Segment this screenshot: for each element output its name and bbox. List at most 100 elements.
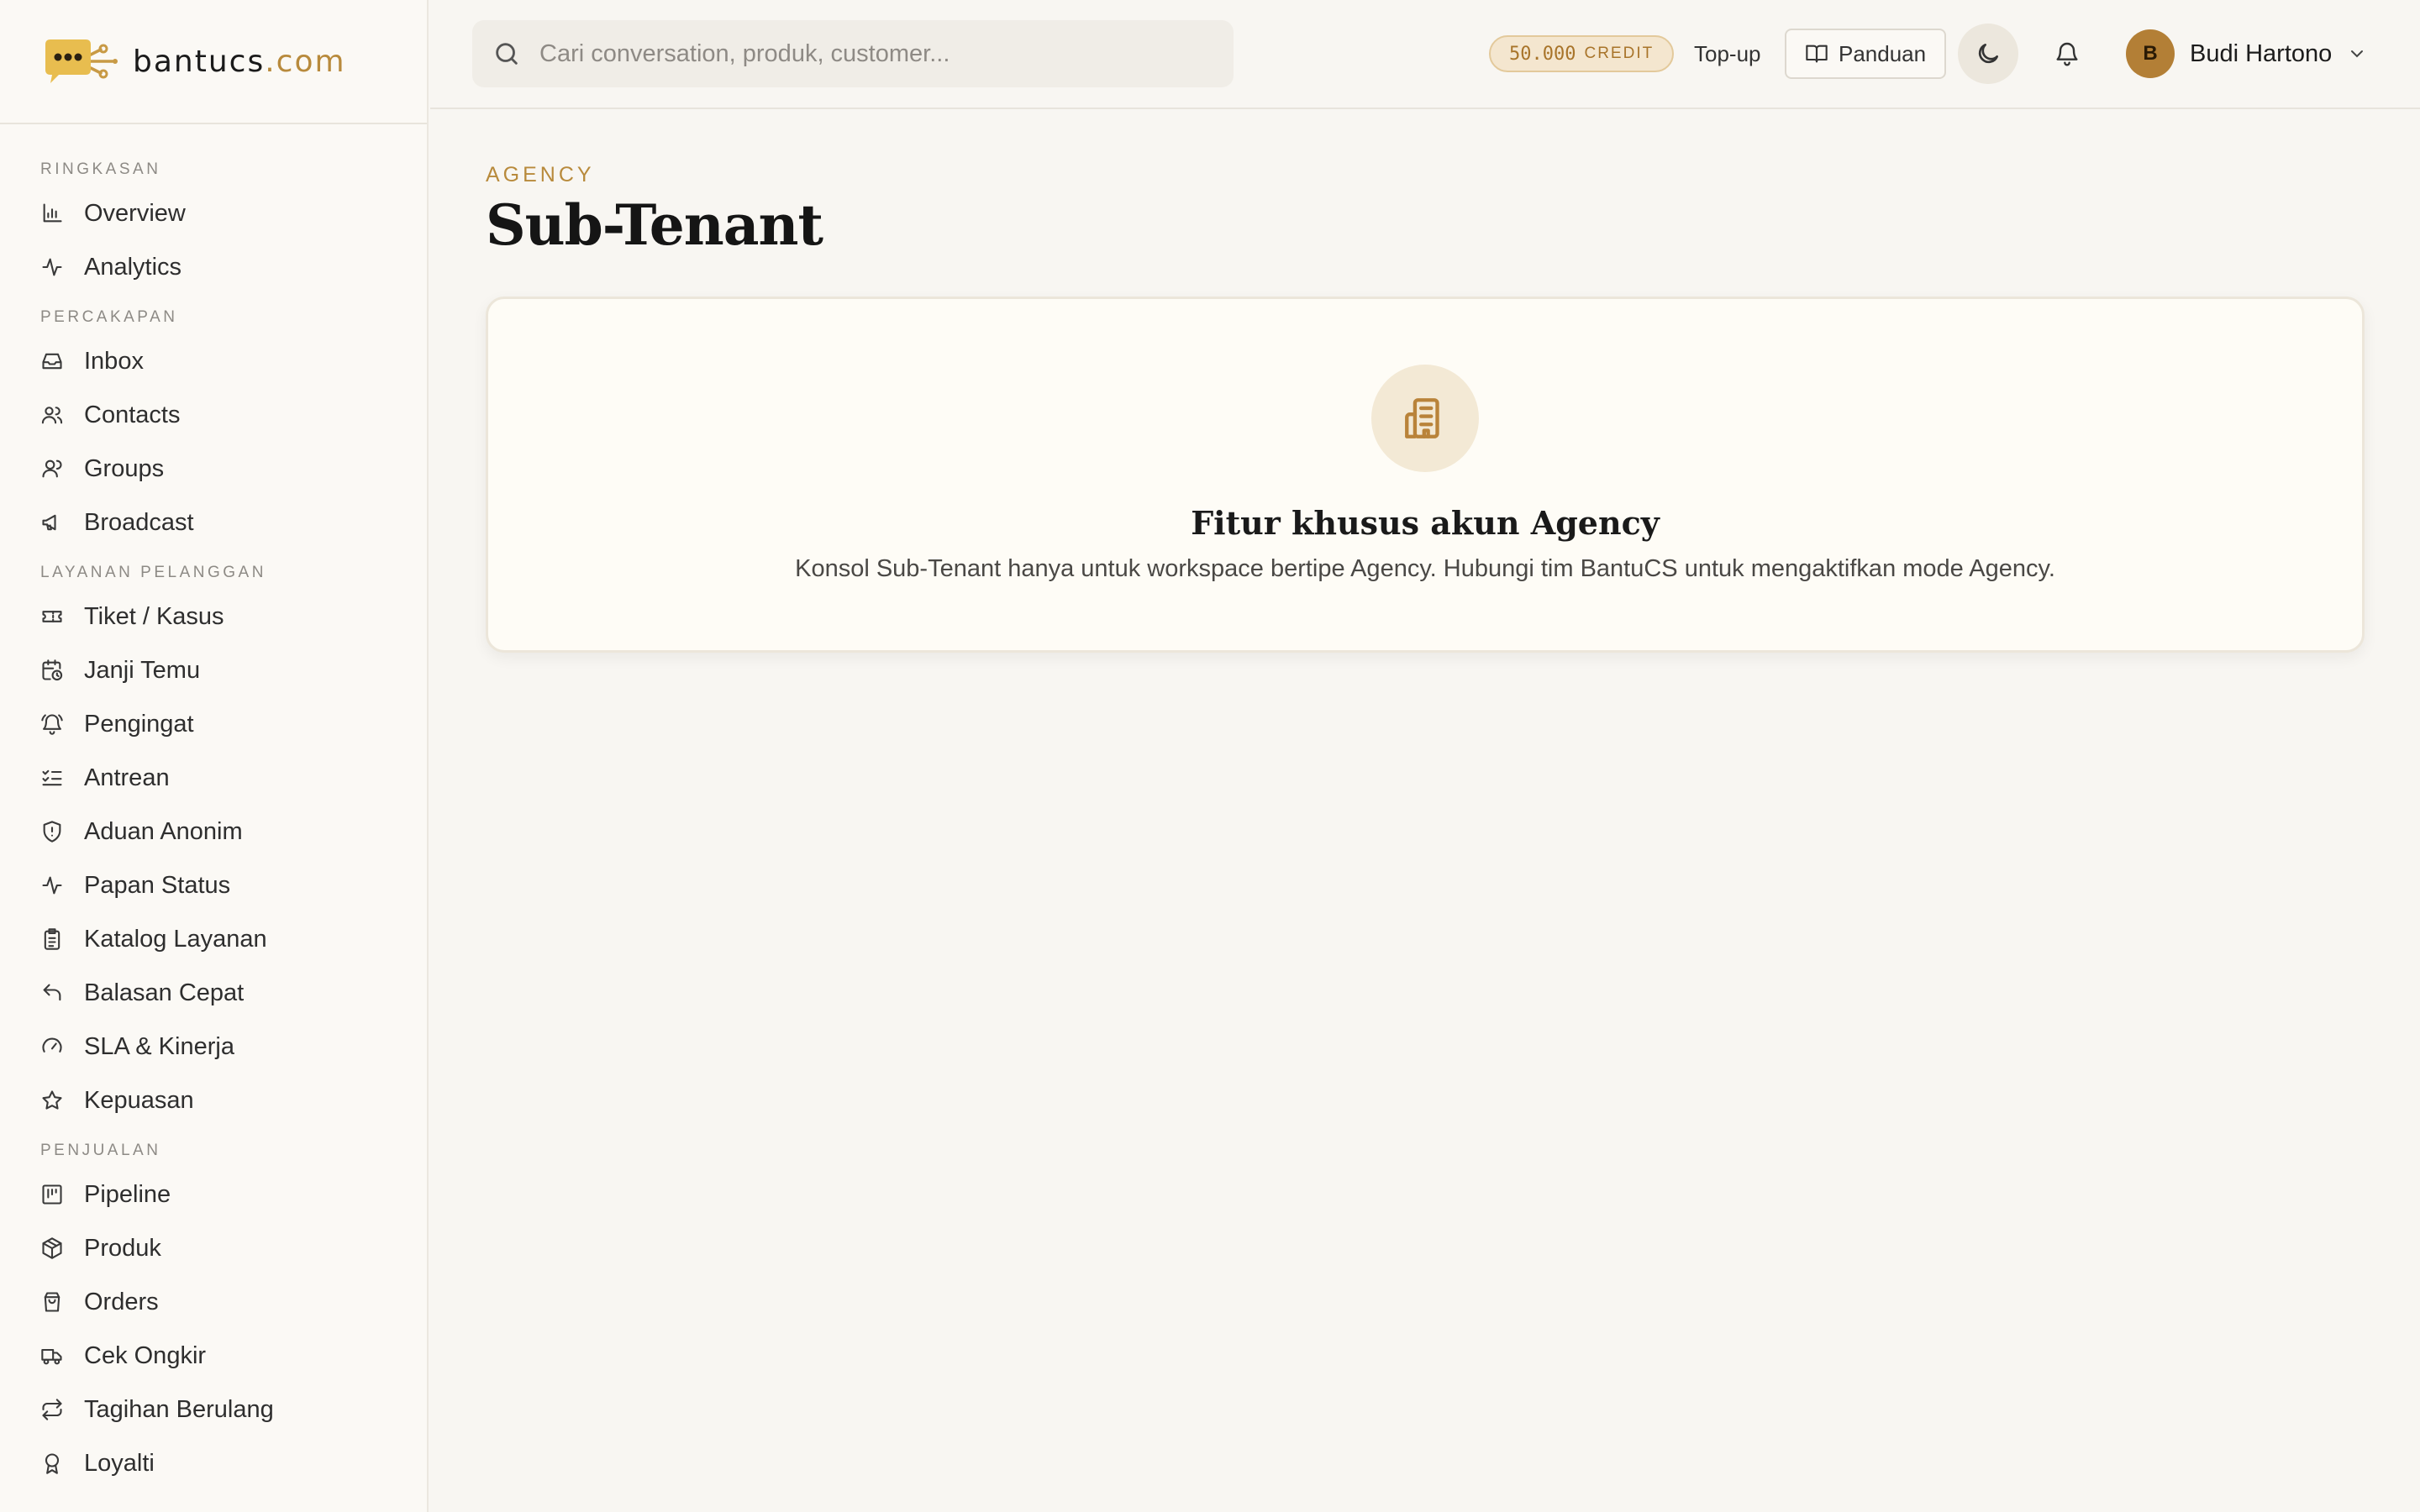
- sidebar-nav: RINGKASAN Overview Analytics PERCAKAPAN Inbo…: [0, 124, 427, 1490]
- topup-link[interactable]: Top-up: [1694, 35, 1761, 72]
- search-bar[interactable]: [472, 20, 1234, 87]
- sidebar-item-sla-kinerja[interactable]: SLA & Kinerja: [0, 1020, 427, 1074]
- sidebar-item-label: Antrean: [84, 764, 170, 791]
- main-content: AGENCY Sub-Tenant Fitur khusus akun Agen…: [486, 109, 2365, 653]
- sidebar-item-label: Contacts: [84, 401, 181, 428]
- page-eyebrow: AGENCY: [486, 163, 595, 186]
- sidebar-item-label: Inbox: [84, 347, 144, 375]
- users-icon: [40, 403, 64, 427]
- sidebar-item-label: Loyalti: [84, 1449, 155, 1477]
- sidebar-item-aduan-anonim[interactable]: Aduan Anonim: [0, 805, 427, 858]
- sidebar-item-label: Produk: [84, 1234, 161, 1262]
- card-description: Konsol Sub-Tenant hanya untuk workspace …: [795, 555, 2055, 582]
- sidebar-item-tagihan-berulang[interactable]: Tagihan Berulang: [0, 1383, 427, 1436]
- bell-icon: [2056, 42, 2078, 66]
- bell-ring-icon: [40, 712, 64, 736]
- sidebar-item-tiket-kasus[interactable]: Tiket / Kasus: [0, 590, 427, 643]
- user-group-icon: [40, 457, 64, 480]
- sidebar-item-produk[interactable]: Produk: [0, 1221, 427, 1275]
- logo-icon: [45, 39, 118, 83]
- building-icon-wrap: [1371, 365, 1479, 472]
- sidebar-item-label: Analytics: [84, 253, 182, 281]
- repeat-icon: [40, 1398, 64, 1421]
- search-icon: [496, 43, 518, 65]
- sidebar-item-antrean[interactable]: Antrean: [0, 751, 427, 805]
- sidebar-item-label: Papan Status: [84, 871, 231, 899]
- sidebar-item-label: Overview: [84, 199, 186, 227]
- chevron-down-icon: [2351, 50, 2364, 58]
- building-icon: [1405, 398, 1439, 438]
- award-icon: [40, 1452, 64, 1475]
- sidebar-item-overview[interactable]: Overview: [0, 186, 427, 240]
- user-menu[interactable]: B Budi Hartono: [2126, 27, 2367, 81]
- sidebar-item-label: Pipeline: [84, 1180, 171, 1208]
- clipboard-list-icon: [40, 927, 64, 951]
- sidebar-item-label: SLA & Kinerja: [84, 1032, 234, 1060]
- sidebar-item-label: Orders: [84, 1288, 159, 1315]
- sidebar-item-analytics[interactable]: Analytics: [0, 240, 427, 294]
- gauge-icon: [40, 1035, 64, 1058]
- sidebar-item-loyalti[interactable]: Loyalti: [0, 1436, 427, 1490]
- topbar: 50.000 CREDIT Top-up Panduan B Budi Hart…: [430, 0, 2420, 109]
- truck-icon: [40, 1344, 64, 1368]
- card-title: Fitur khusus akun Agency: [1191, 504, 1660, 542]
- moon-icon: [1978, 44, 1998, 64]
- list-checks-icon: [40, 766, 64, 790]
- guide-button[interactable]: Panduan: [1785, 29, 1947, 79]
- sidebar-item-janji-temu[interactable]: Janji Temu: [0, 643, 427, 697]
- megaphone-icon: [40, 511, 64, 534]
- nav-section-heading: PENJUALAN: [40, 1142, 161, 1159]
- book-open-icon: [1806, 45, 1828, 63]
- nav-section-heading: PERCAKAPAN: [40, 308, 178, 326]
- sidebar-item-contacts[interactable]: Contacts: [0, 388, 427, 442]
- sidebar-item-kepuasan[interactable]: Kepuasan: [0, 1074, 427, 1127]
- sidebar-item-label: Aduan Anonim: [84, 817, 243, 845]
- activity-icon: [40, 255, 64, 279]
- sidebar-item-label: Balasan Cepat: [84, 979, 245, 1006]
- sidebar-item-broadcast[interactable]: Broadcast: [0, 496, 427, 549]
- sidebar-item-papan-status[interactable]: Papan Status: [0, 858, 427, 912]
- shopping-bag-icon: [40, 1290, 64, 1314]
- ticket-icon: [40, 605, 64, 628]
- agency-only-card: Fitur khusus akun Agency Konsol Sub-Tena…: [486, 297, 2365, 653]
- sidebar-item-groups[interactable]: Groups: [0, 442, 427, 496]
- notifications-button[interactable]: [2037, 24, 2097, 84]
- credit-badge: 50.000 CREDIT: [1489, 35, 1675, 72]
- search-input[interactable]: [539, 39, 1234, 68]
- nav-section-heading: LAYANAN PELANGGAN: [40, 564, 266, 581]
- package-icon: [40, 1236, 64, 1260]
- sidebar-item-label: Tiket / Kasus: [84, 602, 224, 630]
- sidebar: bantucs.com RINGKASAN Overview Analytics PE…: [0, 0, 429, 1512]
- credit-amount: 50.000: [1509, 43, 1576, 65]
- brand[interactable]: bantucs.com: [0, 0, 427, 124]
- shield-alert-icon: [40, 820, 64, 843]
- calendar-clock-icon: [40, 659, 64, 682]
- sidebar-item-inbox[interactable]: Inbox: [0, 334, 427, 388]
- sidebar-item-label: Broadcast: [84, 508, 194, 536]
- activity-icon: [40, 874, 64, 897]
- brand-name: bantucs.com: [133, 44, 346, 79]
- sidebar-item-label: Tagihan Berulang: [84, 1395, 274, 1423]
- inbox-icon: [40, 349, 64, 373]
- sidebar-item-label: Katalog Layanan: [84, 925, 267, 953]
- user-name: Budi Hartono: [2190, 39, 2333, 67]
- sidebar-item-label: Kepuasan: [84, 1086, 194, 1114]
- sidebar-item-label: Groups: [84, 454, 165, 482]
- sidebar-item-label: Cek Ongkir: [84, 1341, 207, 1369]
- credit-unit: CREDIT: [1584, 45, 1655, 62]
- sidebar-item-cek-ongkir[interactable]: Cek Ongkir: [0, 1329, 427, 1383]
- page-title: Sub-Tenant: [486, 192, 823, 258]
- sidebar-item-pengingat[interactable]: Pengingat: [0, 697, 427, 751]
- sidebar-item-orders[interactable]: Orders: [0, 1275, 427, 1329]
- star-icon: [40, 1089, 64, 1112]
- kanban-icon: [40, 1183, 64, 1206]
- avatar: B: [2126, 29, 2175, 78]
- sidebar-item-katalog-layanan[interactable]: Katalog Layanan: [0, 912, 427, 966]
- sidebar-item-balasan-cepat[interactable]: Balasan Cepat: [0, 966, 427, 1020]
- reply-icon: [40, 981, 64, 1005]
- sidebar-item-label: Pengingat: [84, 710, 194, 738]
- guide-label: Panduan: [1839, 40, 1927, 66]
- theme-toggle-button[interactable]: [1958, 24, 2018, 84]
- sidebar-item-pipeline[interactable]: Pipeline: [0, 1168, 427, 1221]
- nav-section-heading: RINGKASAN: [40, 160, 161, 178]
